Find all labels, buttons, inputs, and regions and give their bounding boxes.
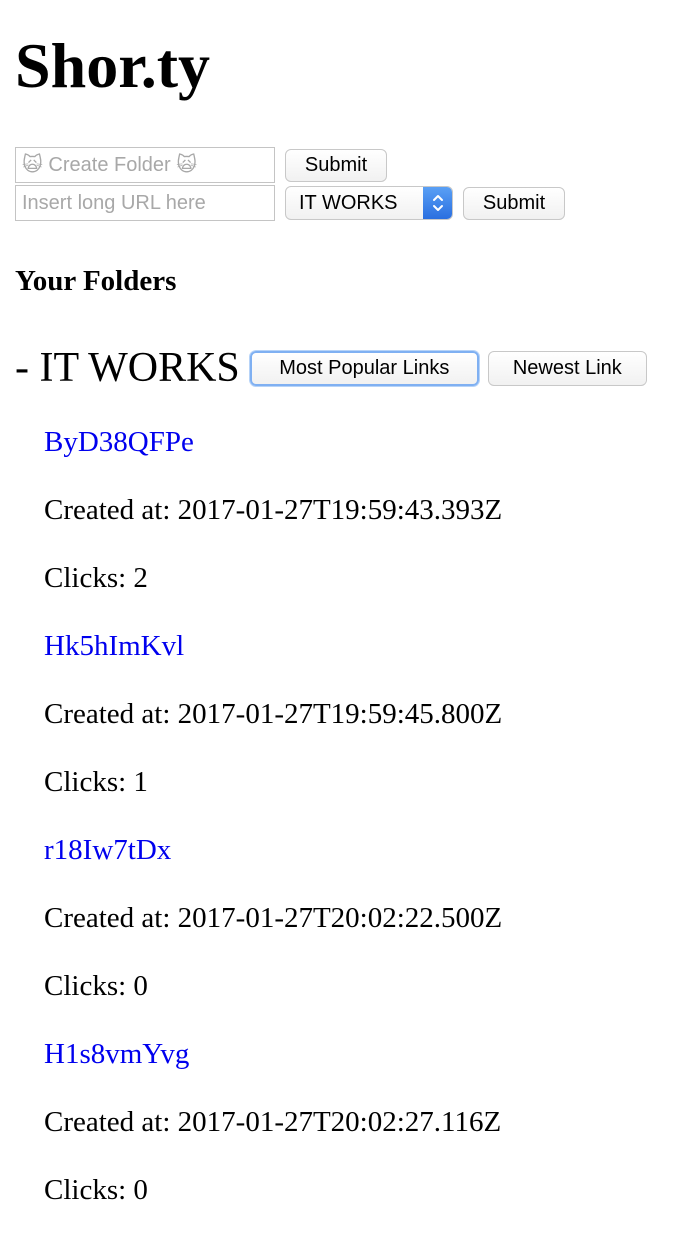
created-at-text: Created at: 2017-01-27T20:02:27.116Z <box>44 1106 502 1138</box>
short-link[interactable]: r18Iw7tDx <box>44 834 171 866</box>
clicks-count: Clicks: 2 <box>44 562 148 594</box>
list-item: ByD38QFPe Created at: 2017-01-27T19:59:4… <box>44 410 502 614</box>
short-link[interactable]: ByD38QFPe <box>44 426 194 458</box>
create-folder-form: Submit <box>15 147 387 183</box>
list-item: Hk5hImKvl Created at: 2017-01-27T19:59:4… <box>44 614 502 818</box>
created-at-text: Created at: 2017-01-27T19:59:43.393Z <box>44 494 503 526</box>
link-list: ByD38QFPe Created at: 2017-01-27T19:59:4… <box>44 410 502 1226</box>
create-folder-input[interactable] <box>15 147 275 183</box>
list-item: r18Iw7tDx Created at: 2017-01-27T20:02:2… <box>44 818 502 1022</box>
create-folder-submit-button[interactable]: Submit <box>285 148 387 182</box>
most-popular-links-button[interactable]: Most Popular Links <box>249 350 479 386</box>
clicks-count: Clicks: 1 <box>44 766 148 798</box>
chevron-up-down-icon <box>423 187 452 219</box>
short-link[interactable]: H1s8vmYvg <box>44 1038 189 1070</box>
folder-header: - IT WORKS Most Popular Links Newest Lin… <box>15 343 647 393</box>
folder-name: - IT WORKS <box>15 345 240 391</box>
clicks-count: Clicks: 0 <box>44 1174 148 1206</box>
shorten-url-form: IT WORKS Submit <box>15 185 565 221</box>
short-link[interactable]: Hk5hImKvl <box>44 630 184 662</box>
list-item: H1s8vmYvg Created at: 2017-01-27T20:02:2… <box>44 1022 502 1226</box>
created-at-text: Created at: 2017-01-27T19:59:45.800Z <box>44 698 503 730</box>
clicks-count: Clicks: 0 <box>44 970 148 1002</box>
folder-select[interactable]: IT WORKS <box>285 186 453 220</box>
shorten-url-submit-button[interactable]: Submit <box>463 186 565 220</box>
folder-select-value: IT WORKS <box>299 191 398 214</box>
created-at-text: Created at: 2017-01-27T20:02:22.500Z <box>44 902 503 934</box>
newest-link-button[interactable]: Newest Link <box>487 350 647 386</box>
app-title: Shor.ty <box>15 30 211 101</box>
long-url-input[interactable] <box>15 185 275 221</box>
folders-section-title: Your Folders <box>15 265 177 297</box>
